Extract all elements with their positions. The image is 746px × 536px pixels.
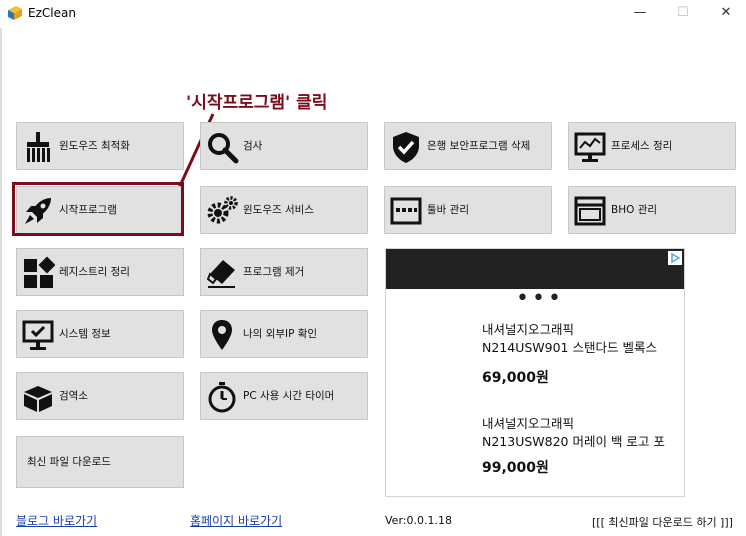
tile-label: 검사 (243, 140, 263, 152)
magnifier-icon (208, 133, 239, 164)
tile-label: 툴바 관리 (427, 204, 469, 216)
tile-bho-management[interactable]: BHO 관리 (568, 186, 736, 234)
tile-label: BHO 관리 (611, 204, 658, 216)
monitor-check-icon (22, 320, 54, 350)
map-pin-icon (212, 320, 232, 350)
tile-label: 나의 외부IP 확인 (243, 328, 318, 340)
rocket-icon (25, 198, 51, 224)
title-bar: EzClean — ☐ ✕ (0, 0, 746, 28)
ad-product-price: 99,000원 (482, 460, 549, 476)
tile-label: 검역소 (59, 390, 88, 402)
latest-download-link[interactable]: [[[ 최신파일 다운로드 하기 ]]] (592, 514, 733, 530)
homepage-link[interactable]: 홈페이지 바로가기 (190, 512, 282, 529)
ad-product-title[interactable]: 내셔널지오그래픽 N214USW901 스탠다드 벨록스 (482, 321, 657, 357)
tile-latest-file-download[interactable]: 최신 파일 다운로드 (16, 436, 184, 488)
tile-windows-optimize[interactable]: 윈도우즈 최적화 (16, 122, 184, 170)
tile-bank-security-remove[interactable]: 은행 보안프로그램 삭제 (384, 122, 552, 170)
eraser-icon (206, 260, 235, 288)
registry-blocks-icon (24, 256, 55, 288)
tile-scan[interactable]: 검사 (200, 122, 368, 170)
toolbar-window-icon (390, 197, 422, 225)
gears-icon (207, 196, 238, 224)
close-button[interactable]: ✕ (716, 4, 736, 22)
broom-icon (27, 132, 50, 162)
tile-windows-services[interactable]: 윈도우즈 서비스 (200, 186, 368, 234)
ad-product-title[interactable]: 내셔널지오그래픽 N213USW820 머레이 백 로고 포 (482, 415, 665, 451)
shield-check-icon (393, 132, 419, 163)
tile-label: 레지스트리 정리 (59, 266, 130, 278)
tile-label: 프로세스 정리 (611, 140, 673, 152)
tile-program-uninstall[interactable]: 프로그램 제거 (200, 248, 368, 296)
app-logo-icon (8, 6, 22, 20)
tile-label: 윈도우즈 최적화 (59, 140, 130, 152)
stopwatch-icon (208, 382, 236, 413)
window-left-edge (0, 28, 2, 536)
ad-product-model: N213USW820 머레이 백 로고 포 (482, 434, 665, 449)
tile-label: 시작프로그램 (59, 204, 117, 216)
minimize-button[interactable]: — (630, 4, 650, 22)
monitor-chart-icon (574, 132, 606, 162)
tile-quarantine[interactable]: 검역소 (16, 372, 184, 420)
blog-link[interactable]: 블로그 바로가기 (16, 512, 97, 529)
annotation-label: '시작프로그램' 클릭 (186, 93, 328, 113)
ad-banner-top (386, 249, 684, 289)
tile-system-info[interactable]: 시스템 정보 (16, 310, 184, 358)
tile-pc-usage-timer[interactable]: PC 사용 시간 타이머 (200, 372, 368, 420)
ad-choices-icon[interactable] (668, 251, 682, 265)
ad-product-brand: 내셔널지오그래픽 (482, 322, 575, 337)
ad-product-price: 69,000원 (482, 370, 549, 386)
tile-label: 프로그램 제거 (243, 266, 305, 278)
tile-label: PC 사용 시간 타이머 (243, 390, 335, 402)
ad-panel[interactable]: ••• 내셔널지오그래픽 N214USW901 스탠다드 벨록스 69,000원… (385, 248, 685, 497)
version-label: Ver:0.0.1.18 (385, 514, 452, 527)
tile-registry-cleanup[interactable]: 레지스트리 정리 (16, 248, 184, 296)
ad-product-model: N214USW901 스탠다드 벨록스 (482, 340, 657, 355)
box-icon (24, 386, 52, 412)
tile-label: 시스템 정보 (59, 328, 111, 340)
maximize-button: ☐ (677, 5, 689, 20)
tile-label: 은행 보안프로그램 삭제 (427, 140, 531, 152)
tile-external-ip-check[interactable]: 나의 외부IP 확인 (200, 310, 368, 358)
tile-startup-programs[interactable]: 시작프로그램 (16, 186, 184, 234)
tile-process-cleanup[interactable]: 프로세스 정리 (568, 122, 736, 170)
browser-window-icon (574, 196, 606, 226)
ad-carousel-dots: ••• (516, 286, 564, 311)
tile-label: 윈도우즈 서비스 (243, 204, 314, 216)
tile-toolbar-management[interactable]: 툴바 관리 (384, 186, 552, 234)
tile-label: 최신 파일 다운로드 (27, 456, 111, 468)
ad-product-brand: 내셔널지오그래픽 (482, 416, 575, 431)
window-title: EzClean (28, 6, 76, 20)
